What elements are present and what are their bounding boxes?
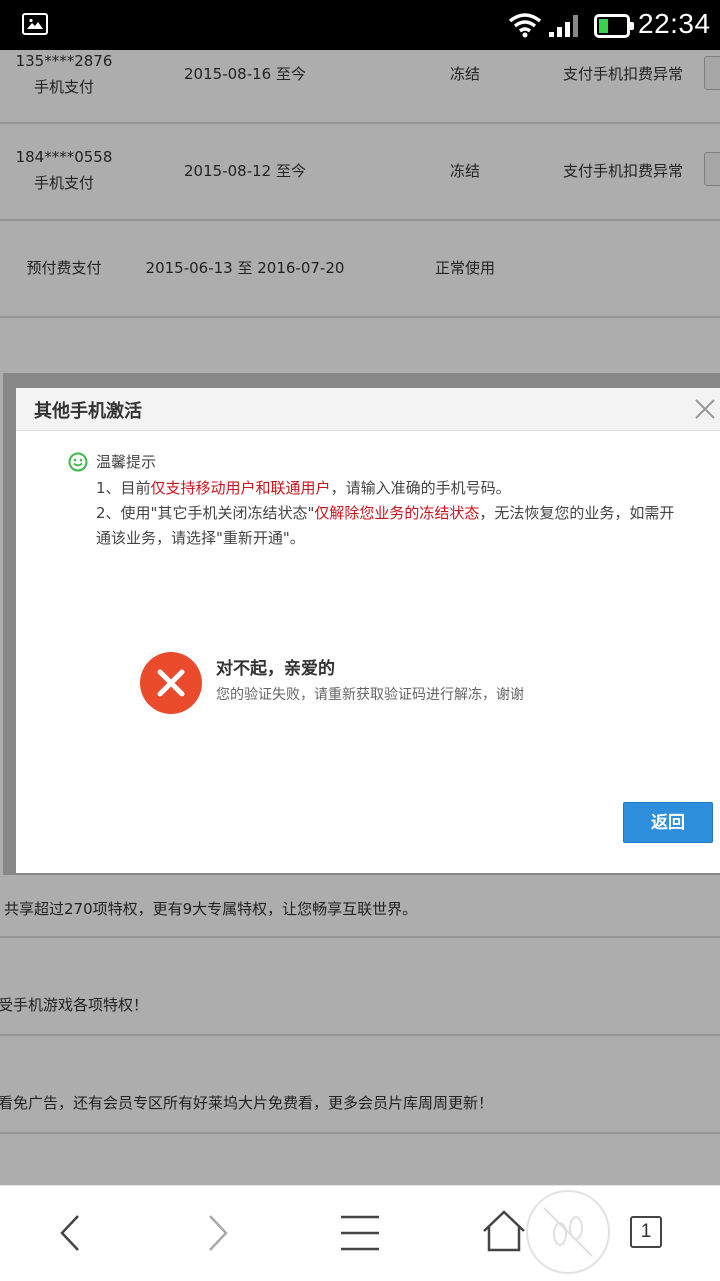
wifi-icon — [508, 13, 542, 38]
close-icon[interactable] — [692, 396, 718, 422]
tip-text: 2、使用"其它手机关闭冻结状态" — [96, 504, 315, 522]
status-bar: 22:34 — [0, 0, 720, 50]
error-description: 您的验证失败，请重新获取验证码进行解冻，谢谢 — [216, 687, 524, 703]
menu-icon[interactable] — [330, 1186, 390, 1281]
clock: 22:34 — [638, 8, 711, 39]
dialog-header: 其他手机激活 — [16, 388, 720, 431]
error-icon — [140, 652, 202, 714]
battery-icon — [594, 14, 634, 38]
smile-icon — [68, 452, 88, 472]
home-icon[interactable] — [474, 1186, 534, 1281]
tabs-count-button[interactable]: 1 — [630, 1216, 662, 1248]
back-arrow-icon[interactable] — [40, 1186, 100, 1281]
tip-highlight: 仅支持移动用户和联通用户 — [150, 479, 331, 497]
browser-toolbar: 1 — [0, 1185, 720, 1281]
dialog-title: 其他手机激活 — [34, 401, 142, 422]
back-button[interactable]: 返回 — [623, 802, 713, 843]
tip-line-2: 2、使用"其它手机关闭冻结状态"仅解除您业务的冻结状态，无法恢复您的业务，如需开… — [96, 501, 686, 551]
tips-title: 温馨提示 — [96, 453, 157, 471]
image-notification-icon — [22, 13, 48, 35]
error-title: 对不起，亲爱的 — [216, 659, 335, 679]
tip-highlight: 仅解除您业务的冻结状态 — [314, 504, 480, 522]
tip-text: ，请输入准确的手机号码。 — [330, 479, 511, 497]
tip-text: 1、目前 — [96, 479, 151, 497]
tip-line-1: 1、目前仅支持移动用户和联通用户，请输入准确的手机号码。 — [96, 476, 511, 501]
forward-arrow-icon[interactable] — [188, 1186, 248, 1281]
activation-dialog: 其他手机激活 温馨提示 1、目前仅支持移动用户和联通用户，请输入准确的手机号码。… — [16, 388, 720, 873]
signal-icon — [549, 15, 578, 37]
footprint-icon[interactable] — [526, 1190, 610, 1274]
